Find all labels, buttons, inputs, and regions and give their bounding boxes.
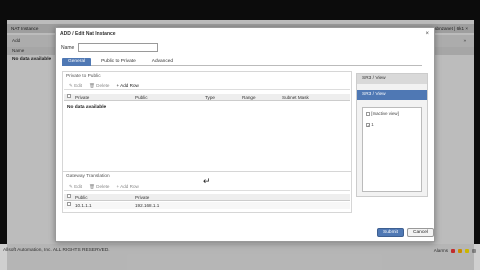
views-header-2[interactable]: SR3 / View xyxy=(357,90,427,100)
delete-button[interactable]: 🗑 Delete xyxy=(89,82,109,89)
tab-advanced[interactable]: Advanced xyxy=(146,58,179,66)
name-label: Name xyxy=(61,45,75,51)
delete-button-label: Delete xyxy=(96,83,110,88)
gw-edit-button[interactable]: ✎ Edit xyxy=(69,183,82,190)
column-subnet-mask[interactable]: Subnet Mask xyxy=(282,94,309,101)
gw-edit-button-label: Edit xyxy=(74,184,83,189)
column-gw-private[interactable]: Private xyxy=(135,194,149,201)
private-to-public-title: Private to Public xyxy=(66,74,101,79)
gw-delete-button-label: Delete xyxy=(96,184,110,189)
view-checkbox-inactive[interactable] xyxy=(366,111,370,116)
add-row-button[interactable]: + Add Row xyxy=(116,82,138,89)
gateway-table-header: Public Private xyxy=(64,194,350,201)
column-range[interactable]: Range xyxy=(242,94,256,101)
dialog-title: ADD / Edit Nat Instance xyxy=(60,31,116,37)
table-row[interactable]: 10.1.1.1 192.168.1.1 xyxy=(64,202,350,209)
gw-select-all-checkbox[interactable] xyxy=(67,194,71,198)
private-to-public-toolbar: ✎ Edit 🗑 Delete + Add Row xyxy=(64,82,350,90)
private-to-public-no-data: No data available xyxy=(67,105,107,110)
nat-instance-dialog: ADD / Edit Nat Instance × Name General P… xyxy=(55,27,435,242)
top-black-bar xyxy=(0,0,480,20)
list-item[interactable]: ✓ 1 xyxy=(366,122,374,127)
submit-button[interactable]: Submit xyxy=(377,228,404,237)
view-checkbox-1[interactable]: ✓ xyxy=(366,122,370,127)
close-icon[interactable]: × xyxy=(425,31,429,37)
tab-public-to-private[interactable]: Public to Private xyxy=(95,58,142,66)
gw-add-row-button[interactable]: + Add Row xyxy=(116,183,138,190)
gateway-translation-title: Gateway Translation xyxy=(66,174,110,179)
private-to-public-table-header: Private Public Type Range Subnet Mask xyxy=(64,94,350,101)
gw-delete-button[interactable]: 🗑 Delete xyxy=(89,183,109,190)
view-label-inactive: [Inactive view] xyxy=(371,111,399,116)
list-item[interactable]: [Inactive view] xyxy=(366,111,399,116)
edit-button-label: Edit xyxy=(74,83,83,88)
views-header-1[interactable]: SR3 / View xyxy=(357,74,427,84)
dialog-tabs: General Public to Private Advanced xyxy=(62,58,422,66)
row-private-value: 192.168.1.1 xyxy=(135,203,160,208)
column-public[interactable]: Public xyxy=(135,94,148,101)
add-row-button-label: Add Row xyxy=(120,83,139,88)
view-label-1: 1 xyxy=(371,122,374,127)
select-all-checkbox[interactable] xyxy=(67,94,71,98)
gw-add-row-button-label: Add Row xyxy=(120,184,139,189)
column-type[interactable]: Type xyxy=(205,94,215,101)
mouse-cursor-icon: ↵ xyxy=(203,176,211,186)
tab-general[interactable]: General xyxy=(62,58,92,66)
name-input[interactable] xyxy=(78,43,158,52)
column-gw-public[interactable]: Public xyxy=(75,194,88,201)
cancel-button[interactable]: Cancel xyxy=(407,228,434,237)
row-public-value: 10.1.1.1 xyxy=(75,203,92,208)
views-list: [Inactive view] ✓ 1 xyxy=(362,107,422,192)
row-checkbox[interactable] xyxy=(67,202,71,206)
views-panel: SR3 / View SR3 / View [Inactive view] ✓ … xyxy=(356,73,428,197)
column-private[interactable]: Private xyxy=(75,94,89,101)
edit-button[interactable]: ✎ Edit xyxy=(69,82,82,89)
